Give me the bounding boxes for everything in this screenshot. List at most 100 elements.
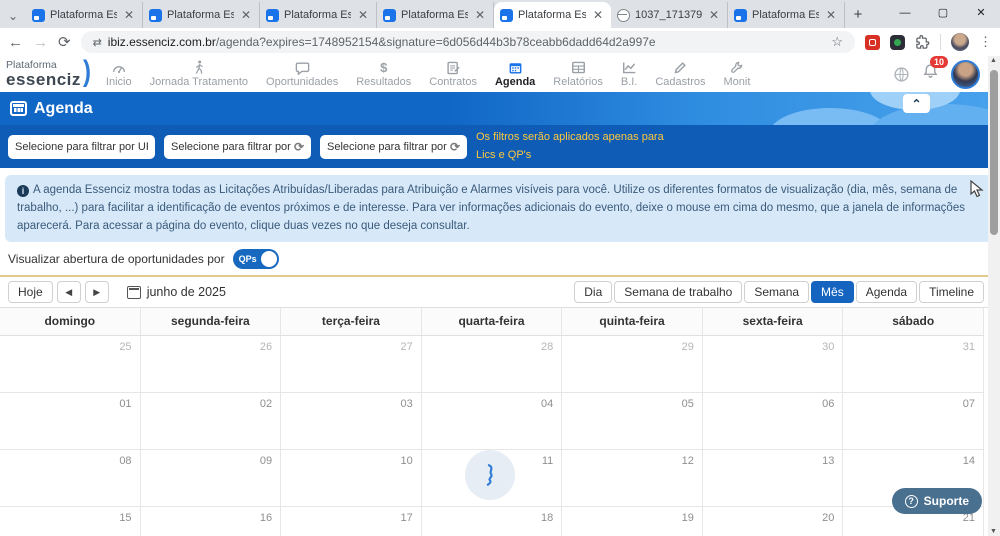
prev-month-button[interactable]: ◀	[56, 281, 81, 304]
scrollbar-down-icon[interactable]: ▼	[990, 528, 997, 535]
calendar-day-cell[interactable]: 02	[140, 393, 282, 450]
calendar-day-cell[interactable]: 26	[140, 336, 282, 393]
calendar-day-cell[interactable]: 27	[281, 336, 422, 393]
nav-item-oportunidades[interactable]: Oportunidades	[266, 60, 338, 88]
calendar-day-cell[interactable]: 12	[562, 450, 703, 507]
calendar-day-cell[interactable]: 20	[702, 507, 844, 536]
view-button-agenda[interactable]: Agenda	[855, 281, 918, 304]
tab-close-icon[interactable]: ✕	[356, 8, 370, 22]
close-button[interactable]: ✕	[962, 0, 1000, 28]
nav-item-b-i-[interactable]: B.I.	[621, 60, 637, 88]
page-scrollbar[interactable]: ▲ ▼	[988, 56, 1000, 536]
forward-icon[interactable]: →	[33, 35, 48, 50]
line-chart-icon	[622, 60, 637, 75]
extension-icon-red[interactable]	[865, 34, 880, 50]
loading-spinner	[465, 450, 515, 500]
today-button[interactable]: Hoje	[8, 281, 53, 304]
nav-item-label: Resultados	[356, 76, 412, 88]
filter-select[interactable]: Selecione para filtrar por UF...	[8, 134, 155, 159]
view-button-timeline[interactable]: Timeline	[919, 281, 984, 304]
back-icon[interactable]: ←	[8, 35, 23, 50]
nav-item-inicio[interactable]: Inicio	[106, 60, 132, 88]
reload-icon[interactable]: ⟳	[58, 35, 71, 50]
nav-item-agenda[interactable]: Agenda	[495, 60, 535, 88]
calendar-day-cell[interactable]: 29	[562, 336, 703, 393]
support-label: Suporte	[923, 494, 969, 508]
nav-item-monit[interactable]: Monit	[723, 60, 750, 88]
view-button-dia[interactable]: Dia	[574, 281, 613, 304]
walking-person-icon	[193, 60, 205, 75]
period-calendar-icon	[126, 285, 141, 299]
nav-item-relat-rios[interactable]: Relatórios	[553, 60, 603, 88]
calendar-day-cell[interactable]: 13	[702, 450, 844, 507]
calendar-day-cell[interactable]: 15	[0, 507, 141, 536]
notifications-button[interactable]: 10	[922, 56, 948, 85]
tab-close-icon[interactable]: ✕	[824, 8, 838, 22]
calendar-day-cell[interactable]: 16	[140, 507, 282, 536]
tab-close-icon[interactable]: ✕	[239, 8, 253, 22]
loading-spinner-icon: ⟳	[449, 139, 460, 154]
browser-tab[interactable]: Plataforma Essenciz ✕	[26, 2, 143, 28]
collapse-header-button[interactable]: ⌃	[903, 94, 930, 113]
user-avatar[interactable]	[951, 59, 980, 89]
filter-select[interactable]: Selecione para filtrar por B...⟳	[320, 134, 467, 159]
calendar-day-cell[interactable]: 17	[281, 507, 422, 536]
tab-close-icon[interactable]: ✕	[122, 8, 136, 22]
calendar-day-cell[interactable]: 03	[281, 393, 422, 450]
scrollbar-thumb[interactable]	[990, 70, 998, 235]
calendar-day-cell[interactable]: 07	[843, 393, 984, 450]
calendar-day-cell[interactable]: 31	[843, 336, 984, 393]
calendar-day-cell[interactable]: 18	[421, 507, 563, 536]
calendar-week-row: 25 26 27 28 29 30 31	[0, 336, 984, 394]
app-logo[interactable]: Plataforma essenciz )	[6, 55, 92, 89]
calendar-day-cell[interactable]: 19	[562, 507, 703, 536]
browser-menu-icon[interactable]: ⋮	[979, 34, 992, 50]
minimize-button[interactable]: —	[886, 0, 924, 28]
browser-profile-avatar[interactable]	[951, 33, 969, 51]
nav-item-jornada-tratamento[interactable]: Jornada Tratamento	[150, 60, 248, 88]
view-button-semana[interactable]: Semana	[744, 281, 810, 304]
nav-item-label: Cadastros	[655, 76, 706, 88]
calendar-day-cell[interactable]: 08	[0, 450, 141, 507]
next-month-button[interactable]: ▶	[84, 281, 109, 304]
nav-item-cadastros[interactable]: Cadastros	[655, 60, 705, 88]
extensions-puzzle-icon[interactable]	[915, 34, 930, 50]
browser-tab[interactable]: Plataforma Essenciz ✕	[728, 2, 845, 28]
site-settings-icon[interactable]: ⇄	[93, 36, 102, 49]
filter-select[interactable]: Selecione para filtrar por E...⟳	[164, 134, 311, 159]
tab-search-icon[interactable]: ⌄	[0, 4, 26, 28]
calendar-day-cell[interactable]: 30	[702, 336, 844, 393]
calendar-day-cell[interactable]: 28	[421, 336, 563, 393]
calendar-day-cell[interactable]: 06	[702, 393, 844, 450]
calendar-day-cell[interactable]: 01	[0, 393, 141, 450]
address-bar[interactable]: ⇄ ibiz.essenciz.com.br/agenda?expires=17…	[80, 31, 855, 53]
scrollbar-up-icon[interactable]: ▲	[990, 57, 997, 64]
dollar-icon: $	[380, 60, 388, 75]
globe-icon[interactable]	[893, 66, 910, 83]
extension-icon-dark[interactable]	[890, 34, 905, 50]
nav-item-contratos[interactable]: Contratos	[429, 60, 477, 88]
browser-tab[interactable]: 1037_1713793239_g ✕	[611, 2, 728, 28]
browser-tab[interactable]: Plataforma Essenciz ✕	[143, 2, 260, 28]
browser-tab[interactable]: Plataforma Essenciz ✕	[377, 2, 494, 28]
new-tab-button[interactable]: +	[845, 2, 871, 28]
bookmark-star-icon[interactable]: ☆	[831, 34, 843, 50]
tab-close-icon[interactable]: ✕	[473, 8, 487, 22]
nav-item-resultados[interactable]: $ Resultados	[356, 60, 411, 88]
view-button-mês[interactable]: Mês	[811, 281, 854, 304]
maximize-button[interactable]: ▢	[924, 0, 962, 28]
view-button-semana-de-trabalho[interactable]: Semana de trabalho	[614, 281, 743, 304]
qps-toggle[interactable]: QPs	[232, 249, 279, 270]
calendar-day-cell[interactable]: 05	[562, 393, 703, 450]
tab-close-icon[interactable]: ✕	[591, 8, 605, 22]
browser-tab[interactable]: Plataforma Essenciz ✕	[494, 2, 611, 28]
calendar-day-cell[interactable]: 10	[281, 450, 422, 507]
calendar-day-cell[interactable]: 25	[0, 336, 141, 393]
tab-close-icon[interactable]: ✕	[707, 8, 721, 22]
tab-title: Plataforma Essenciz	[284, 9, 351, 21]
calendar-grid: domingo segunda-feira terça-feira quarta-fe…	[0, 307, 1000, 536]
calendar-day-cell[interactable]: 09	[140, 450, 282, 507]
support-button[interactable]: ? Suporte	[891, 488, 982, 514]
browser-tab[interactable]: Plataforma Essenciz ✕	[260, 2, 377, 28]
calendar-day-cell[interactable]: 04	[421, 393, 563, 450]
